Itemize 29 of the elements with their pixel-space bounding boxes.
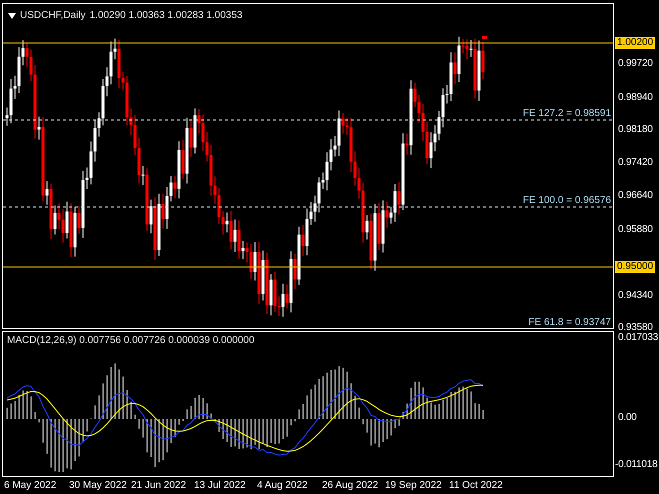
macd-tick-label: 0.017033	[618, 332, 658, 344]
date-label: 13 Jul 2022	[194, 480, 246, 491]
date-label: 30 May 2022	[69, 480, 127, 491]
price-tick-label: 0.94340	[618, 290, 653, 302]
date-label: 21 Jun 2022	[131, 480, 186, 491]
level-price-tag: 0.95000	[615, 261, 656, 273]
fibonacci-label: FE 61.8 = 0.93747	[528, 317, 611, 329]
price-tick-label: 0.98180	[618, 124, 653, 136]
macd-label: MACD(12,26,9) 0.007756 0.007726 0.000039 0.000000	[7, 335, 254, 346]
date-label: 4 Aug 2022	[257, 480, 308, 491]
current-price-marker	[482, 36, 487, 39]
date-label: 26 Aug 2022	[322, 480, 378, 491]
date-label: 11 Oct 2022	[449, 480, 503, 491]
price-tick-label: 0.97420	[618, 157, 653, 169]
macd-tick-label: -0.011018	[615, 459, 658, 471]
price-tick-label: 0.95880	[618, 224, 653, 236]
symbol-label: USDCHF,Daily	[20, 10, 86, 21]
price-tick-label: 0.93580	[618, 322, 653, 333]
date-label: 19 Sep 2022	[385, 480, 442, 491]
fibonacci-label: FE 100.0 = 0.96576	[522, 195, 611, 207]
dropdown-triangle-icon[interactable]	[8, 12, 16, 18]
date-label: 6 May 2022	[4, 480, 56, 491]
price-tick-label: 0.98940	[618, 92, 653, 104]
macd-tick-label: 0.00	[618, 412, 637, 424]
price-tick-label: 0.99720	[618, 58, 653, 70]
price-tick-label: 0.96640	[618, 190, 653, 202]
ohlc-values: 1.00290 1.00363 1.00283 1.00353	[90, 10, 242, 21]
fibonacci-label: FE 127.2 = 0.98591	[522, 108, 611, 120]
level-price-tag: 1.00200	[615, 37, 656, 49]
